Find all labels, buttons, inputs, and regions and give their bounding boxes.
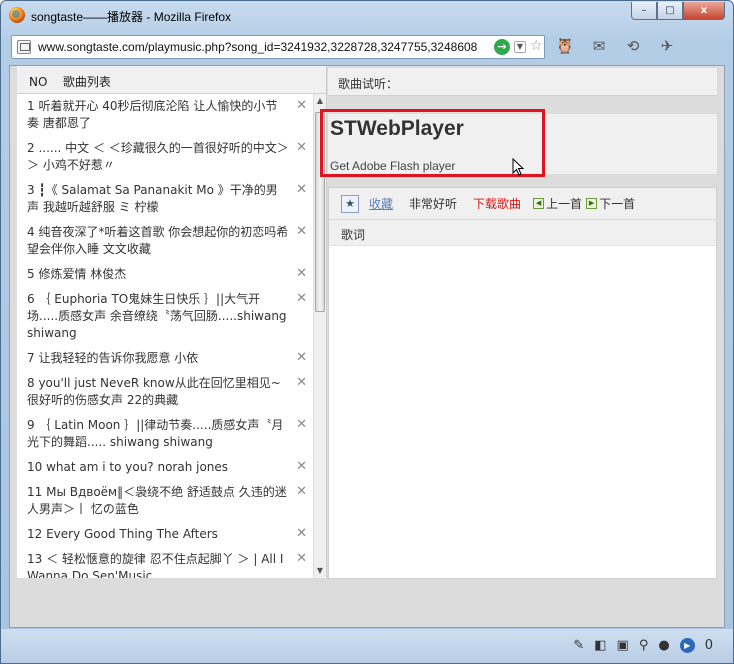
delete-icon[interactable]: ✕ [296, 290, 307, 307]
mouse-cursor-icon [512, 158, 525, 176]
song-item[interactable]: 3 ┇《 Salamat Sa Pananakit Mo 》干净的男声 我越听越… [17, 178, 313, 220]
download-link[interactable]: 下载歌曲 [473, 195, 521, 212]
song-item[interactable]: 9 ｛ Latin Moon ｝||律动节奏.....质感女声〝月光下的舞蹈..… [17, 413, 313, 455]
next-song-button[interactable]: ▶ 下一首 [586, 195, 635, 212]
maximize-button[interactable]: □ [657, 2, 683, 20]
song-item[interactable]: 4 纯音夜深了*听着这首歌 你会想起你的初恋吗希望会伴你入睡 文文收藏 ✕ [17, 220, 313, 262]
url-dropdown-icon[interactable]: ▼ [514, 41, 526, 53]
prev-label: 上一首 [546, 197, 583, 211]
nice-button[interactable]: 非常好听 [409, 195, 457, 212]
song-title[interactable]: 1 听着就开心 40秒后彻底沦陷 让人愉快的小节奏 唐都恩了 [27, 99, 277, 130]
delete-icon[interactable]: ✕ [296, 349, 307, 366]
favorite-link[interactable]: 收藏 [369, 195, 393, 212]
song-title[interactable]: 7 让我轻轻的告诉你我愿意 小依 [27, 351, 198, 365]
delete-icon[interactable]: ✕ [296, 483, 307, 500]
adblock-icon[interactable]: ● [658, 638, 669, 653]
song-item[interactable]: 13 ＜ 轻松惬意的旋律 忍不住点起脚丫 ＞ | All I Wanna Do … [17, 547, 313, 578]
song-item[interactable]: 2 ...... 中文 ＜ ＜珍藏很久的一首很好听的中文＞＞ 小鸡不好惹〃 ✕ [17, 136, 313, 178]
search-icon[interactable]: ⚲ [639, 638, 649, 653]
song-title[interactable]: 13 ＜ 轻松惬意的旋律 忍不住点起脚丫 ＞ | All I Wanna Do … [27, 552, 283, 578]
scroll-down-arrow-icon[interactable]: ▼ [314, 564, 326, 578]
window-title: songtaste——播放器 - Mozilla Firefox [31, 10, 232, 24]
song-item[interactable]: 7 让我轻轻的告诉你我愿意 小依 ✕ [17, 346, 313, 371]
song-item[interactable]: 5 修炼爱情 林俊杰 ✕ [17, 262, 313, 287]
trial-header: 歌曲试听： [328, 68, 717, 96]
song-title[interactable]: 8 you'll just NeveR know从此在回忆里相见~很好听的伤感女… [27, 376, 281, 407]
firefox-logo-icon [9, 7, 25, 23]
browser-window: songtaste——播放器 - Mozilla Firefox – □ x w… [0, 0, 734, 664]
song-item[interactable]: 11 Мы Вдвоём‖＜袅绕不绝 舒适鼓点 久违的迷人男声＞丨 忆の蓝色 ✕ [17, 480, 313, 522]
delete-icon[interactable]: ✕ [296, 97, 307, 114]
go-button[interactable]: → [494, 39, 510, 55]
song-title[interactable]: 5 修炼爱情 林俊杰 [27, 267, 126, 281]
close-button[interactable]: x [683, 2, 725, 20]
address-bar[interactable]: www.songtaste.com/playmusic.php?song_id=… [11, 35, 545, 59]
song-item[interactable]: 1 听着就开心 40秒后彻底沦陷 让人愉快的小节奏 唐都恩了 ✕ [17, 94, 313, 136]
song-item[interactable]: 10 what am i to you? norah jones ✕ [17, 455, 313, 480]
window-controls: – □ x [631, 2, 725, 20]
delete-icon[interactable]: ✕ [296, 458, 307, 475]
delete-icon[interactable]: ✕ [296, 525, 307, 542]
favorite-star-icon[interactable]: ★ [341, 194, 359, 213]
url-input[interactable]: www.songtaste.com/playmusic.php?song_id=… [38, 40, 478, 54]
tools-icon[interactable]: ✎ [573, 638, 584, 653]
song-title[interactable]: 9 ｛ Latin Moon ｝||律动节奏.....质感女声〝月光下的舞蹈..… [27, 418, 283, 449]
song-title[interactable]: 12 Every Good Thing The Afters [27, 527, 218, 541]
addon-owl-icon[interactable]: 🦉 [555, 37, 575, 55]
status-bar: ✎ ◧ ▣ ⚲ ● ▶ 0 [1, 629, 733, 663]
playlist-header-title: 歌曲列表 [62, 75, 111, 89]
song-item[interactable]: 6 ｛ Euphoria TO鬼妹生日快乐 ｝||大气开场.....质感女声 余… [17, 287, 313, 346]
song-title[interactable]: 2 ...... 中文 ＜ ＜珍藏很久的一首很好听的中文＞＞ 小鸡不好惹〃 [27, 141, 289, 172]
status-count: 0 [704, 638, 713, 653]
song-item[interactable]: 8 you'll just NeveR know从此在回忆里相见~很好听的伤感女… [17, 371, 313, 413]
song-item[interactable]: 12 Every Good Thing The Afters ✕ [17, 522, 313, 547]
toolbar-icons: 🦉 ✉ ⟲ ✈ [555, 37, 677, 55]
delete-icon[interactable]: ✕ [296, 181, 307, 198]
delete-icon[interactable]: ✕ [296, 550, 307, 567]
song-title[interactable]: 11 Мы Вдвоём‖＜袅绕不绝 舒适鼓点 久违的迷人男声＞丨 忆の蓝色 [27, 485, 287, 516]
addon-plane-icon[interactable]: ✈ [657, 37, 677, 55]
prev-icon: ◀ [533, 198, 545, 209]
delete-icon[interactable]: ✕ [296, 265, 307, 282]
scroll-up-arrow-icon[interactable]: ▲ [314, 94, 326, 108]
trial-label: 歌曲试听： [338, 77, 399, 91]
minimize-button[interactable]: – [631, 2, 657, 20]
playlist-panel: NO 歌曲列表 1 听着就开心 40秒后彻底沦陷 让人愉快的小节奏 唐都恩了 ✕ 2… [17, 66, 327, 578]
song-title[interactable]: 10 what am i to you? norah jones [27, 460, 228, 474]
status-icons: ✎ ◧ ▣ ⚲ ● ▶ 0 [573, 638, 713, 653]
page-icon [17, 40, 31, 54]
song-toolbar: ★ 收藏 非常好听 下载歌曲 ◀ 上一首 ▶ 下一首 [329, 188, 716, 220]
delete-icon[interactable]: ✕ [296, 374, 307, 391]
playlist-header: NO 歌曲列表 [17, 66, 326, 94]
delete-icon[interactable]: ✕ [296, 139, 307, 156]
window-icon[interactable]: ▣ [617, 638, 629, 653]
song-title[interactable]: 4 纯音夜深了*听着这首歌 你会想起你的初恋吗希望会伴你入睡 文文收藏 [27, 225, 288, 256]
song-detail-panel: ★ 收藏 非常好听 下载歌曲 ◀ 上一首 ▶ 下一首 歌词 [328, 187, 717, 579]
song-title[interactable]: 6 ｛ Euphoria TO鬼妹生日快乐 ｝||大气开场.....质感女声 余… [27, 292, 287, 340]
refresh-icon[interactable]: ⟲ [623, 37, 643, 55]
mail-icon[interactable]: ✉ [589, 37, 609, 55]
playlist-header-no: NO [29, 75, 48, 89]
navigation-toolbar: www.songtaste.com/playmusic.php?song_id=… [7, 33, 727, 63]
lyrics-heading: 歌词 [329, 220, 716, 246]
delete-icon[interactable]: ✕ [296, 223, 307, 240]
prev-song-button[interactable]: ◀ 上一首 [533, 195, 582, 212]
song-title[interactable]: 3 ┇《 Salamat Sa Pananakit Mo 》干净的男声 我越听越… [27, 183, 278, 214]
bookmark-star-icon[interactable]: ☆ [530, 38, 543, 54]
next-icon: ▶ [586, 198, 598, 209]
song-list: 1 听着就开心 40秒后彻底沦陷 让人愉快的小节奏 唐都恩了 ✕ 2 ...... … [17, 94, 313, 578]
page-content: NO 歌曲列表 1 听着就开心 40秒后彻底沦陷 让人愉快的小节奏 唐都恩了 ✕ 2… [9, 65, 725, 628]
mask-icon[interactable]: ◧ [594, 638, 606, 653]
play-status-icon[interactable]: ▶ [679, 638, 695, 653]
next-label: 下一首 [599, 197, 636, 211]
title-bar: songtaste——播放器 - Mozilla Firefox – □ x [1, 1, 733, 31]
delete-icon[interactable]: ✕ [296, 416, 307, 433]
